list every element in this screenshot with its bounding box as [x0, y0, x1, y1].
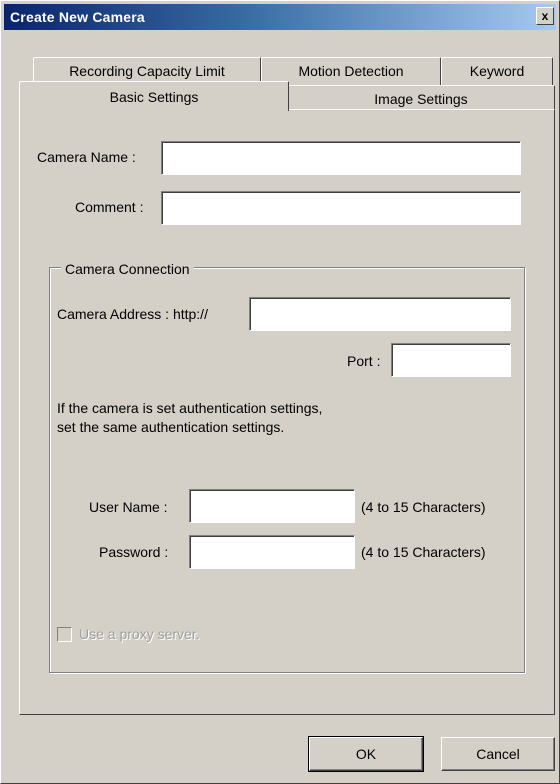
comment-label: Comment : — [75, 199, 144, 215]
password-label: Password : — [99, 544, 169, 560]
cancel-button[interactable]: Cancel — [441, 737, 555, 771]
window-title: Create New Camera — [10, 9, 145, 25]
info-line: If the camera is set authentication sett… — [57, 400, 323, 416]
use-proxy-label: Use a proxy server. — [79, 626, 200, 642]
tab-label: Basic Settings — [109, 89, 199, 105]
tab-basic-settings[interactable]: Basic Settings — [19, 81, 289, 111]
camera-address-label: Camera Address : http:// — [57, 306, 208, 322]
password-input[interactable] — [189, 535, 355, 569]
port-input[interactable] — [391, 343, 511, 377]
camera-name-label: Camera Name : — [37, 149, 136, 165]
title-bar[interactable]: Create New Camera x — [4, 4, 556, 30]
create-camera-dialog: Create New Camera x Recording Capacity L… — [0, 0, 560, 784]
authentication-info-text: If the camera is set authentication sett… — [57, 399, 322, 437]
tab-label: Motion Detection — [298, 63, 404, 79]
ok-button-label: OK — [355, 746, 377, 762]
use-proxy-checkbox[interactable] — [57, 627, 72, 642]
camera-name-input[interactable] — [161, 141, 521, 175]
info-line: set the same authentication settings. — [57, 419, 285, 435]
camera-connection-group-label: Camera Connection — [61, 261, 194, 277]
ok-button[interactable]: OK — [308, 736, 424, 772]
close-button[interactable]: x — [536, 7, 554, 25]
tab-label: Recording Capacity Limit — [69, 63, 225, 79]
tab-image-settings[interactable]: Image Settings — [287, 85, 555, 111]
tab-label: Keyword — [469, 63, 525, 79]
comment-input[interactable] — [161, 191, 521, 225]
close-icon: x — [541, 9, 549, 23]
camera-address-input[interactable] — [249, 297, 511, 331]
user-name-label: User Name : — [89, 499, 168, 515]
tab-keyword[interactable]: Keyword — [441, 57, 553, 85]
port-label: Port : — [347, 353, 381, 369]
tab-label: Image Settings — [374, 91, 468, 107]
user-name-input[interactable] — [189, 489, 355, 523]
password-hint: (4 to 15 Characters) — [361, 544, 486, 560]
user-name-hint: (4 to 15 Characters) — [361, 499, 486, 515]
cancel-button-label: Cancel — [476, 746, 520, 762]
